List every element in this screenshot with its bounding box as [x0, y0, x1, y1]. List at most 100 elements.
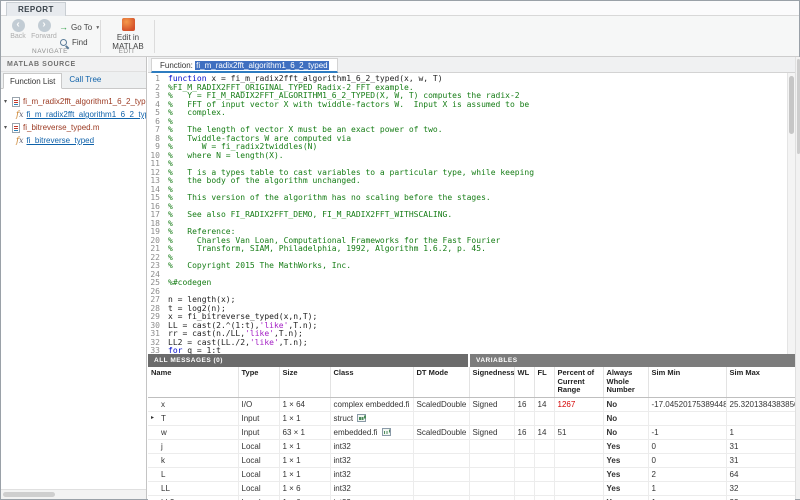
- tree-item-label: fi_bitreverse_typed.m: [23, 123, 99, 132]
- cell-fl: [534, 439, 554, 453]
- expand-arrow-icon[interactable]: ▸: [151, 412, 154, 425]
- cell-type: Input: [238, 411, 279, 425]
- code-line: 5% complex.: [148, 109, 787, 118]
- cell-name: k: [148, 453, 238, 467]
- cell-type: Local: [238, 495, 279, 500]
- code-line: 25%#codegen: [148, 279, 787, 288]
- cell-name: LL2: [148, 495, 238, 500]
- report-window: REPORT ‹ Back › Forward → Go To ▼ Find E…: [0, 0, 800, 500]
- cell-sim-min: -1: [648, 425, 726, 439]
- forward-button[interactable]: › Forward: [31, 19, 57, 40]
- tree-item-file[interactable]: ▾fi_m_radix2fft_algorithm1_6_2_typed.m: [1, 95, 146, 108]
- code-line: 15% This version of the algorithm has no…: [148, 194, 787, 203]
- variables-column-header[interactable]: Name: [148, 367, 238, 397]
- variable-row[interactable]: LL2Local1 × 6int32Yes132: [148, 495, 795, 500]
- tree-item-function[interactable]: fxfi_bitreverse_typed: [1, 134, 146, 147]
- tab-function-list[interactable]: Function List: [3, 73, 62, 89]
- code-scrollbar[interactable]: [787, 73, 795, 354]
- variables-column-header[interactable]: Size: [279, 367, 330, 397]
- cell-type: Local: [238, 481, 279, 495]
- tree-item-file[interactable]: ▾ fi_bitreverse_typed.m: [1, 121, 146, 134]
- cell-dt-mode: [413, 467, 469, 481]
- cell-dt-mode: [413, 453, 469, 467]
- variable-row[interactable]: LLLocal1 × 6int32Yes132: [148, 481, 795, 495]
- ribbon-tab-bar: REPORT: [1, 1, 799, 16]
- edit-in-matlab-button[interactable]: Edit in MATLAB: [105, 18, 151, 51]
- cell-dt-mode: [413, 411, 469, 425]
- code-line: 27n = length(x);: [148, 296, 787, 305]
- cell-sim-max: 32: [726, 481, 795, 495]
- all-messages-bar[interactable]: ALL MESSAGES (0): [148, 354, 468, 367]
- cell-percent-of-current-range: 1267: [554, 397, 603, 411]
- cell-wl: [514, 467, 534, 481]
- variables-column-header[interactable]: Class: [330, 367, 413, 397]
- variables-column-header[interactable]: DT Mode: [413, 367, 469, 397]
- code-editor[interactable]: 1function x = fi_m_radix2fft_algorithm1_…: [148, 73, 787, 354]
- forward-arrow-icon: ›: [38, 19, 51, 32]
- histogram-icon[interactable]: [382, 428, 391, 436]
- variables-column-header[interactable]: Sim Max: [726, 367, 795, 397]
- cell-type: Input: [238, 425, 279, 439]
- variable-row[interactable]: wInput63 × 1embedded.fiScaledDoubleSigne…: [148, 425, 795, 439]
- edit-group-label: EDIT: [101, 48, 153, 55]
- cell-signedness: [469, 481, 514, 495]
- cell-class: embedded.fi: [330, 425, 413, 439]
- cell-type: Local: [238, 439, 279, 453]
- variables-column-header[interactable]: WL: [514, 367, 534, 397]
- variable-row[interactable]: jLocal1 × 1int32Yes031: [148, 439, 795, 453]
- tab-call-tree[interactable]: Call Tree: [63, 72, 107, 88]
- function-tree: ▾fi_m_radix2fft_algorithm1_6_2_typed.mfx…: [1, 93, 146, 489]
- tree-expander-icon[interactable]: ▾: [4, 98, 12, 105]
- cell-sim-min: [648, 411, 726, 425]
- code-line: 26: [148, 288, 787, 297]
- cell-percent-of-current-range: [554, 439, 603, 453]
- forward-label: Forward: [31, 33, 57, 40]
- cell-sim-min: 1: [648, 481, 726, 495]
- cell-wl: 16: [514, 397, 534, 411]
- histogram-icon[interactable]: [357, 414, 366, 422]
- variables-column-header[interactable]: Percent of Current Range: [554, 367, 603, 397]
- window-vscrollbar[interactable]: [795, 57, 800, 499]
- navigate-group-label: NAVIGATE: [1, 48, 99, 55]
- variable-row[interactable]: xI/O1 × 64complex embedded.fiScaledDoubl…: [148, 397, 795, 411]
- cell-size: 1 × 6: [279, 495, 330, 500]
- variable-row[interactable]: ▸TInput1 × 1structNo: [148, 411, 795, 425]
- tab-report[interactable]: REPORT: [6, 2, 66, 16]
- goto-button[interactable]: → Go To ▼: [59, 21, 100, 34]
- tree-expander-icon[interactable]: ▾: [4, 124, 12, 131]
- cell-size: 63 × 1: [279, 425, 330, 439]
- back-button[interactable]: ‹ Back: [5, 19, 31, 40]
- tree-item-label: fi_m_radix2fft_algorithm1_6_2_typed: [26, 110, 146, 119]
- cell-name: L: [148, 467, 238, 481]
- variable-name: x: [161, 400, 165, 409]
- cell-type: Local: [238, 453, 279, 467]
- cell-always-whole-number: Yes: [603, 439, 648, 453]
- variables-column-header[interactable]: Type: [238, 367, 279, 397]
- scrollbar-thumb[interactable]: [789, 76, 794, 134]
- variables-column-header[interactable]: Always Whole Number: [603, 367, 648, 397]
- cell-sim-max: 64: [726, 467, 795, 481]
- variables-column-header[interactable]: FL: [534, 367, 554, 397]
- function-icon: fx: [16, 110, 23, 119]
- code-line: 21% Transform, SIAM, Philadelphia, 1992,…: [148, 245, 787, 254]
- cell-fl: 14: [534, 425, 554, 439]
- code-segment: % This version of the algorithm has no s…: [168, 193, 491, 202]
- variable-row[interactable]: LLocal1 × 1int32Yes264: [148, 467, 795, 481]
- cell-name: w: [148, 425, 238, 439]
- tree-item-function[interactable]: fxfi_m_radix2fft_algorithm1_6_2_typed: [1, 108, 146, 121]
- goto-label: Go To: [71, 23, 92, 32]
- code-segment: % Transform, SIAM, Philadelphia, 1992, A…: [168, 244, 486, 253]
- variable-row[interactable]: kLocal1 × 1int32Yes031: [148, 453, 795, 467]
- code-segment: 'like': [250, 338, 279, 347]
- variables-column-header[interactable]: Sim Min: [648, 367, 726, 397]
- scrollbar-thumb[interactable]: [3, 492, 55, 497]
- variables-column-header[interactable]: Signedness: [469, 367, 514, 397]
- cell-percent-of-current-range: [554, 453, 603, 467]
- sidebar-hscrollbar[interactable]: [1, 489, 146, 499]
- cell-size: 1 × 64: [279, 397, 330, 411]
- cell-signedness: Signed: [469, 425, 514, 439]
- editor-tab[interactable]: Function: fi_m_radix2fft_algorithm1_6_2_…: [151, 58, 338, 73]
- cell-sim-max: 32: [726, 495, 795, 500]
- cell-name: j: [148, 439, 238, 453]
- variables-bar[interactable]: VARIABLES: [470, 354, 795, 367]
